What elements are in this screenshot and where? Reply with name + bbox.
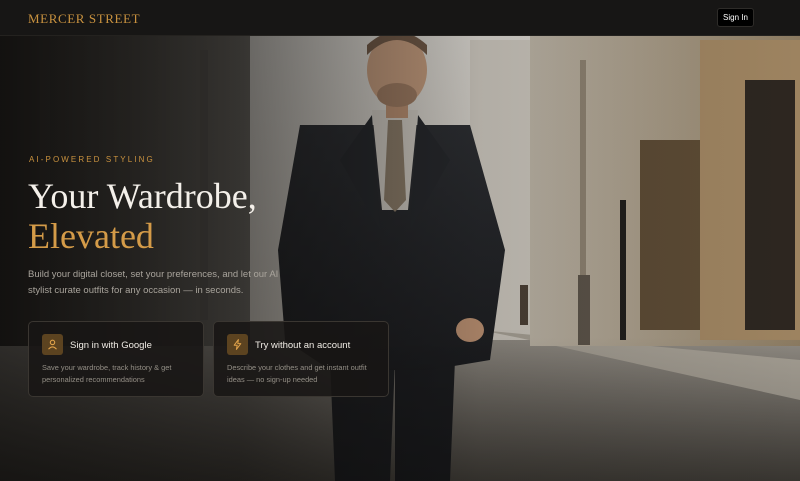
headline-line-1: Your Wardrobe, <box>28 176 257 216</box>
hero-subtitle: Build your digital closet, set your pref… <box>28 269 279 296</box>
lightning-icon <box>227 334 248 355</box>
card-description: Save your wardrobe, track history & get … <box>42 363 172 384</box>
user-icon <box>42 334 63 355</box>
sign-in-button[interactable]: Sign In <box>717 8 754 27</box>
brand-logo[interactable]: MERCER STREET <box>28 11 140 27</box>
card-description: Describe your clothes and get instant ou… <box>227 363 367 384</box>
card-title: Try without an account <box>255 340 351 351</box>
hero-headline: Your Wardrobe, Elevated <box>28 176 358 256</box>
google-signin-card[interactable]: Sign in with Google Save your wardrobe, … <box>28 321 204 397</box>
headline-line-2: Elevated <box>28 216 154 256</box>
top-nav-bar: MERCER STREET Sign In <box>0 0 800 36</box>
guest-try-card[interactable]: Try without an account Describe your clo… <box>213 321 389 397</box>
card-title: Sign in with Google <box>70 340 152 351</box>
hero-eyebrow: AI-POWERED STYLING <box>29 155 155 164</box>
